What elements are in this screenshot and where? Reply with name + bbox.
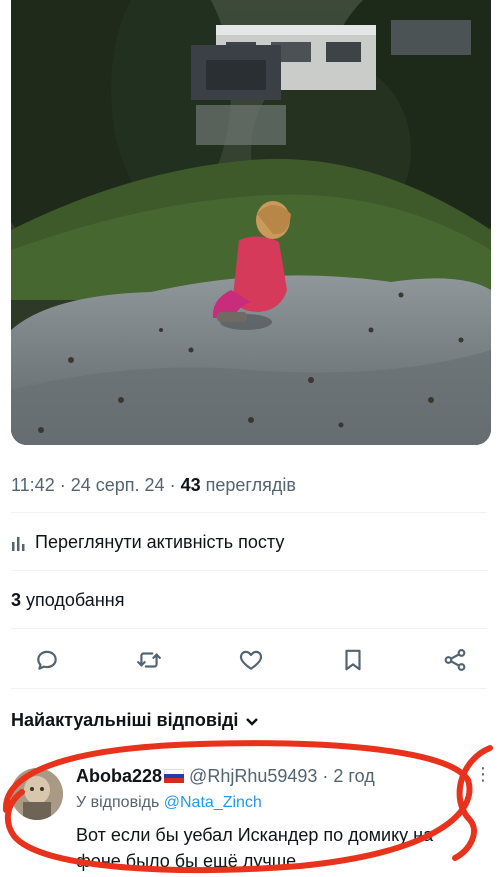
divider (11, 570, 487, 571)
views-count: 43 (180, 475, 201, 495)
replies-sort-dropdown[interactable]: Найактуальніші відповіді (11, 710, 260, 731)
reply-author-handle[interactable]: @RhjRhu59493 (189, 766, 317, 786)
reply-icon (37, 650, 57, 670)
reply-to-line: У відповідь @Nata_Zinch (76, 794, 262, 812)
avatar-image (11, 768, 63, 820)
view-activity-label: Переглянути активність посту (35, 532, 285, 552)
avatar[interactable] (11, 768, 63, 820)
post-meta: 11:42 · 24 серп. 24 · 43 переглядів (11, 475, 296, 496)
meta-separator: · (59, 475, 71, 495)
likes-label: уподобання (26, 590, 125, 610)
bookmark-icon (345, 649, 361, 671)
divider (11, 688, 487, 689)
bookmark-button[interactable] (339, 646, 367, 674)
retweet-icon (137, 652, 161, 668)
meta-separator: · (322, 766, 334, 786)
meta-separator: · (169, 475, 181, 495)
post-date: 24 серп. 24 (70, 475, 165, 495)
reply-text: Вот если бы уебал Искандер по домику на … (76, 825, 434, 871)
like-button[interactable] (237, 646, 265, 674)
reply-time: 2 год (333, 766, 375, 786)
post-action-bar (0, 638, 498, 680)
reply-author-name[interactable]: Aboba228 (76, 766, 162, 786)
post-photo[interactable] (11, 0, 491, 445)
photo-illustration (11, 0, 491, 445)
share-icon (444, 649, 466, 671)
analytics-bar-icon (12, 536, 25, 551)
view-activity-link[interactable]: Переглянути активність посту (11, 532, 284, 553)
divider (11, 628, 487, 629)
reply-item[interactable]: Aboba228 @RhjRhu59493 · 2 год ⋮ У відпов… (0, 760, 498, 877)
reply-to-mention[interactable]: @Nata_Zinch (164, 794, 262, 811)
replies-sort-label: Найактуальніші відповіді (11, 710, 239, 730)
reply-header: Aboba228 @RhjRhu59493 · 2 год (76, 766, 375, 787)
chevron-down-icon (246, 717, 259, 726)
reply-button[interactable] (33, 646, 61, 674)
post-time: 11:42 (11, 475, 55, 495)
likes-count: 3 (11, 590, 22, 610)
reply-to-label: У відповідь (76, 794, 160, 811)
like-icon (239, 650, 263, 670)
share-button[interactable] (441, 646, 469, 674)
more-options-icon[interactable]: ⋮ (474, 764, 492, 785)
likes-summary[interactable]: 3 уподобання (11, 590, 124, 611)
retweet-button[interactable] (135, 646, 163, 674)
divider (11, 512, 487, 513)
flag-ru-icon (164, 769, 185, 783)
views-label: переглядів (205, 475, 296, 495)
